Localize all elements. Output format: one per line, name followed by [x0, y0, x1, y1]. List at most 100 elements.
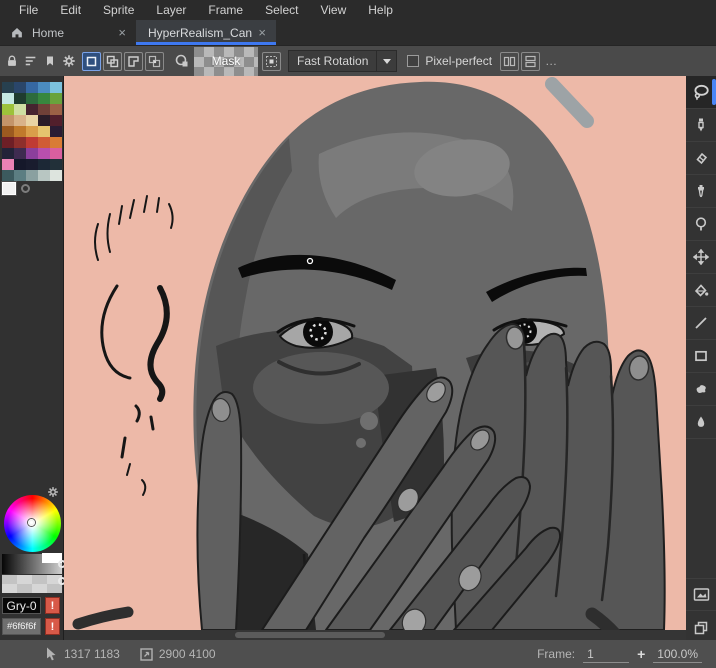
transparent-color-button[interactable]: Mask	[194, 47, 258, 76]
paint-bucket-tool-button[interactable]	[686, 274, 716, 307]
preview-window-button[interactable]	[686, 578, 716, 611]
transparent-color-swatch[interactable]	[21, 184, 30, 193]
palette-swatch[interactable]	[26, 148, 38, 159]
palette-swatch[interactable]	[38, 115, 50, 126]
palette-swatch[interactable]	[14, 93, 26, 104]
contour-tool-button[interactable]	[686, 373, 716, 406]
palette-swatch[interactable]	[14, 159, 26, 170]
eyedropper-tool-button[interactable]	[686, 175, 716, 208]
palette-swatch[interactable]	[26, 137, 38, 148]
palette-swatch[interactable]	[38, 170, 50, 181]
eraser-tool-button[interactable]	[686, 142, 716, 175]
palette-swatch[interactable]	[2, 126, 14, 137]
menu-help[interactable]: Help	[357, 0, 404, 20]
palette-swatch[interactable]	[50, 115, 62, 126]
sprite-canvas[interactable]	[64, 76, 686, 630]
tab-home[interactable]: Home ×	[0, 20, 136, 45]
palette-swatch[interactable]	[50, 159, 62, 170]
tab-active-sprite[interactable]: HyperRealism_Canv ×	[136, 20, 276, 45]
palette-swatch[interactable]	[50, 137, 62, 148]
palette-swatch[interactable]	[38, 104, 50, 115]
blur-tool-button[interactable]	[686, 406, 716, 439]
tiles-mode-button[interactable]	[262, 52, 281, 71]
palette-selected-swatch[interactable]	[2, 182, 16, 195]
shade-slider[interactable]	[2, 575, 62, 593]
toolbar-overflow-button[interactable]: …	[545, 54, 558, 68]
palette-swatch[interactable]	[26, 93, 38, 104]
menu-layer[interactable]: Layer	[145, 0, 197, 20]
palette-swatch[interactable]	[50, 126, 62, 137]
selection-mode-replace-button[interactable]	[82, 52, 101, 71]
palette-swatch[interactable]	[2, 93, 14, 104]
palette-swatch[interactable]	[2, 159, 14, 170]
color-wheel[interactable]	[4, 495, 61, 552]
selection-mode-add-button[interactable]	[103, 52, 122, 71]
palette-swatch[interactable]	[38, 148, 50, 159]
close-icon[interactable]: ×	[118, 25, 126, 40]
close-icon[interactable]: ×	[258, 25, 266, 40]
menu-view[interactable]: View	[309, 0, 357, 20]
horizontal-scrollbar[interactable]	[64, 630, 686, 640]
hex-warning-button[interactable]: !	[45, 618, 60, 635]
rectangle-tool-button[interactable]	[686, 340, 716, 373]
menu-sprite[interactable]: Sprite	[92, 0, 145, 20]
palette-swatch[interactable]	[50, 82, 62, 93]
palette-swatch[interactable]	[26, 82, 38, 93]
pixel-perfect-checkbox[interactable]	[407, 55, 419, 67]
palette-swatch[interactable]	[14, 115, 26, 126]
color-wheel-selector[interactable]	[28, 519, 35, 526]
rotation-algorithm-dropdown[interactable]: Fast Rotation	[288, 50, 377, 72]
palette-sort-button[interactable]	[22, 51, 39, 71]
palette-swatch[interactable]	[50, 170, 62, 181]
move-tool-button[interactable]	[686, 241, 716, 274]
palette-swatch[interactable]	[2, 170, 14, 181]
rotation-algorithm-arrow-button[interactable]	[377, 50, 397, 72]
palette-swatch[interactable]	[14, 170, 26, 181]
palette-swatch[interactable]	[50, 148, 62, 159]
vertical-symmetry-button[interactable]	[500, 52, 519, 71]
zoom-tool-button[interactable]	[686, 208, 716, 241]
palette-swatch[interactable]	[50, 93, 62, 104]
palette-swatch[interactable]	[38, 137, 50, 148]
foreground-hex-box[interactable]: #6f6f6f	[2, 618, 41, 635]
add-frame-button[interactable]: +	[637, 646, 645, 662]
frame-number-field[interactable]: 1	[583, 646, 629, 663]
zoom-level-field[interactable]: 100.0%	[653, 646, 702, 663]
palette-swatch[interactable]	[2, 137, 14, 148]
menu-frame[interactable]: Frame	[197, 0, 254, 20]
palette-swatch[interactable]	[26, 159, 38, 170]
horizontal-scrollbar-thumb[interactable]	[235, 632, 385, 638]
palette-presets-button[interactable]	[41, 51, 58, 71]
value-slider[interactable]	[2, 554, 62, 574]
palette-swatch[interactable]	[2, 115, 14, 126]
palette-swatch[interactable]	[14, 126, 26, 137]
menu-select[interactable]: Select	[254, 0, 309, 20]
foreground-color-name[interactable]: Gry-0	[2, 597, 41, 614]
palette-swatch[interactable]	[26, 104, 38, 115]
menu-edit[interactable]: Edit	[49, 0, 92, 20]
palette-swatch[interactable]	[38, 126, 50, 137]
lasso-tool-button[interactable]	[686, 76, 716, 109]
palette-options-button[interactable]	[60, 51, 77, 71]
palette-swatch[interactable]	[38, 82, 50, 93]
palette-swatch[interactable]	[2, 82, 14, 93]
horizontal-symmetry-button[interactable]	[521, 52, 540, 71]
selection-mode-intersect-button[interactable]	[145, 52, 164, 71]
pencil-tool-button[interactable]	[686, 109, 716, 142]
palette-warning-button[interactable]: !	[45, 597, 60, 614]
palette-swatch[interactable]	[38, 159, 50, 170]
menu-file[interactable]: File	[8, 0, 49, 20]
palette-swatch[interactable]	[26, 170, 38, 181]
palette-lock-button[interactable]	[3, 51, 20, 71]
palette-swatch[interactable]	[38, 93, 50, 104]
palette-swatch[interactable]	[2, 148, 14, 159]
palette-swatch[interactable]	[26, 115, 38, 126]
rotate-handles-button[interactable]	[173, 51, 190, 71]
color-wheel-options-button[interactable]	[47, 486, 59, 498]
palette-swatch[interactable]	[2, 104, 14, 115]
palette-swatch[interactable]	[14, 148, 26, 159]
palette-swatch[interactable]	[50, 104, 62, 115]
palette-swatch[interactable]	[14, 104, 26, 115]
palette-swatch[interactable]	[26, 126, 38, 137]
selection-mode-subtract-button[interactable]	[124, 52, 143, 71]
